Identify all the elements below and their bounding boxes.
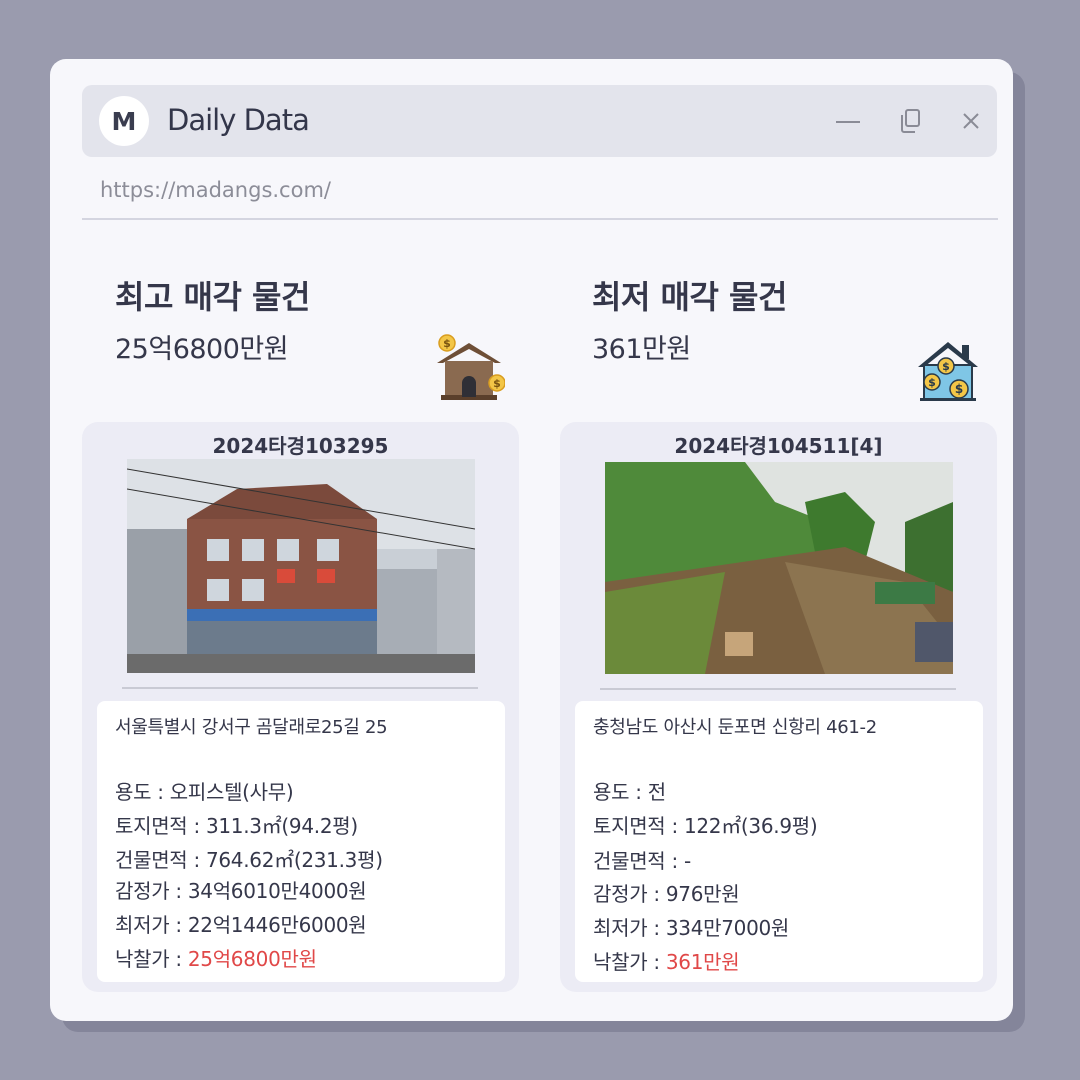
- appraisal-value: 34억6010만4000원: [187, 879, 367, 903]
- minimize-icon[interactable]: [834, 107, 862, 135]
- land-area-label: 토지면적 :: [115, 814, 206, 838]
- property-info: 충청남도 아산시 둔포면 신항리 461-2 용도 : 전 토지면적 : 122…: [575, 701, 983, 982]
- property-info: 서울특별시 강서구 곰달래로25길 25 용도 : 오피스텔(사무) 토지면적 …: [97, 701, 505, 982]
- house-money-icon: $ $ $: [916, 339, 980, 403]
- lowest-price: 361만원: [592, 334, 691, 365]
- window-title: Daily Data: [167, 103, 310, 137]
- usage-label: 용도 :: [593, 780, 648, 804]
- winning-bid-row: 낙찰가 : 361만원: [593, 946, 740, 975]
- avatar[interactable]: M: [99, 96, 149, 146]
- case-number[interactable]: 2024타경103295: [82, 430, 519, 459]
- appraisal-label: 감정가 :: [593, 882, 666, 906]
- close-icon[interactable]: [957, 107, 985, 135]
- highest-card[interactable]: 2024타경103295 서울특별시 강서구 곰달래로25길 25 용도: 오…: [82, 422, 519, 992]
- app-window: M Daily Data https://madangs.com/ 최고 매각 …: [50, 59, 1013, 1021]
- svg-text:$: $: [955, 382, 963, 396]
- land-area-row: 토지면적 : 311.3㎡(94.2평): [115, 810, 358, 839]
- card-divider: [122, 687, 478, 689]
- min-price-label: 최저가 :: [593, 916, 666, 940]
- building-area-label: 건물면적 :: [115, 848, 206, 872]
- min-price-value: 22억1446만6000원: [187, 913, 367, 937]
- appraisal-row: 감정가 : 976만원: [593, 878, 740, 907]
- appraisal-value: 976만원: [665, 882, 740, 906]
- min-price-label: 최저가 :: [115, 913, 188, 937]
- header-divider: [82, 218, 998, 220]
- svg-text:$: $: [443, 337, 451, 350]
- appraisal-row: 감정가 : 34억6010만4000원: [115, 875, 367, 904]
- min-price-value: 334만7000원: [665, 916, 790, 940]
- land-area-value: 122㎡(36.9평): [683, 814, 818, 838]
- restore-icon[interactable]: [897, 107, 925, 135]
- house-dollar-icon: $ $: [433, 333, 506, 405]
- building-area-row: 건물면적 : 764.62㎡(231.3평): [115, 844, 383, 873]
- property-address: 충청남도 아산시 둔포면 신항리 461-2: [593, 717, 877, 738]
- title-bar: M Daily Data: [82, 85, 997, 157]
- building-area-value: -: [683, 849, 691, 873]
- svg-text:$: $: [493, 377, 501, 390]
- winning-bid-value: 361만원: [665, 950, 740, 974]
- appraisal-label: 감정가 :: [115, 879, 188, 903]
- lowest-heading: 최저 매각 물건: [592, 278, 787, 316]
- usage-row: 용도 : 전: [593, 776, 666, 805]
- highest-heading: 최고 매각 물건: [115, 278, 310, 316]
- building-area-value: 764.62㎡(231.3평): [205, 848, 383, 872]
- lowest-card[interactable]: 2024타경104511[4] 충청남도 아산시 둔포면 신항리 461-2 용…: [560, 422, 997, 992]
- building-area-row: 건물면적 : -: [593, 845, 691, 874]
- svg-text:$: $: [928, 376, 936, 389]
- svg-text:$: $: [942, 360, 950, 373]
- winning-bid-row: 낙찰가 : 25억6800만원: [115, 943, 317, 972]
- highest-price: 25억6800만원: [115, 334, 289, 365]
- winning-bid-label: 낙찰가 :: [115, 947, 188, 971]
- property-photo: [127, 459, 475, 673]
- usage-value: 오피스텔(사무): [169, 780, 294, 804]
- building-area-label: 건물면적 :: [593, 849, 684, 873]
- card-divider: [600, 688, 956, 690]
- usage-value: 전: [647, 780, 666, 804]
- winning-bid-label: 낙찰가 :: [593, 950, 666, 974]
- case-number[interactable]: 2024타경104511[4]: [560, 430, 997, 459]
- usage-label: 용도 :: [115, 780, 170, 804]
- address-url[interactable]: https://madangs.com/: [100, 178, 331, 202]
- land-area-label: 토지면적 :: [593, 814, 684, 838]
- min-price-row: 최저가 : 334만7000원: [593, 912, 789, 941]
- land-area-value: 311.3㎡(94.2평): [205, 814, 358, 838]
- usage-row: 용도 : 오피스텔(사무): [115, 776, 294, 805]
- property-photo: [605, 462, 953, 674]
- min-price-row: 최저가 : 22억1446만6000원: [115, 909, 367, 938]
- property-address: 서울특별시 강서구 곰달래로25길 25: [115, 717, 388, 738]
- winning-bid-value: 25억6800만원: [187, 947, 317, 971]
- land-area-row: 토지면적 : 122㎡(36.9평): [593, 810, 818, 839]
